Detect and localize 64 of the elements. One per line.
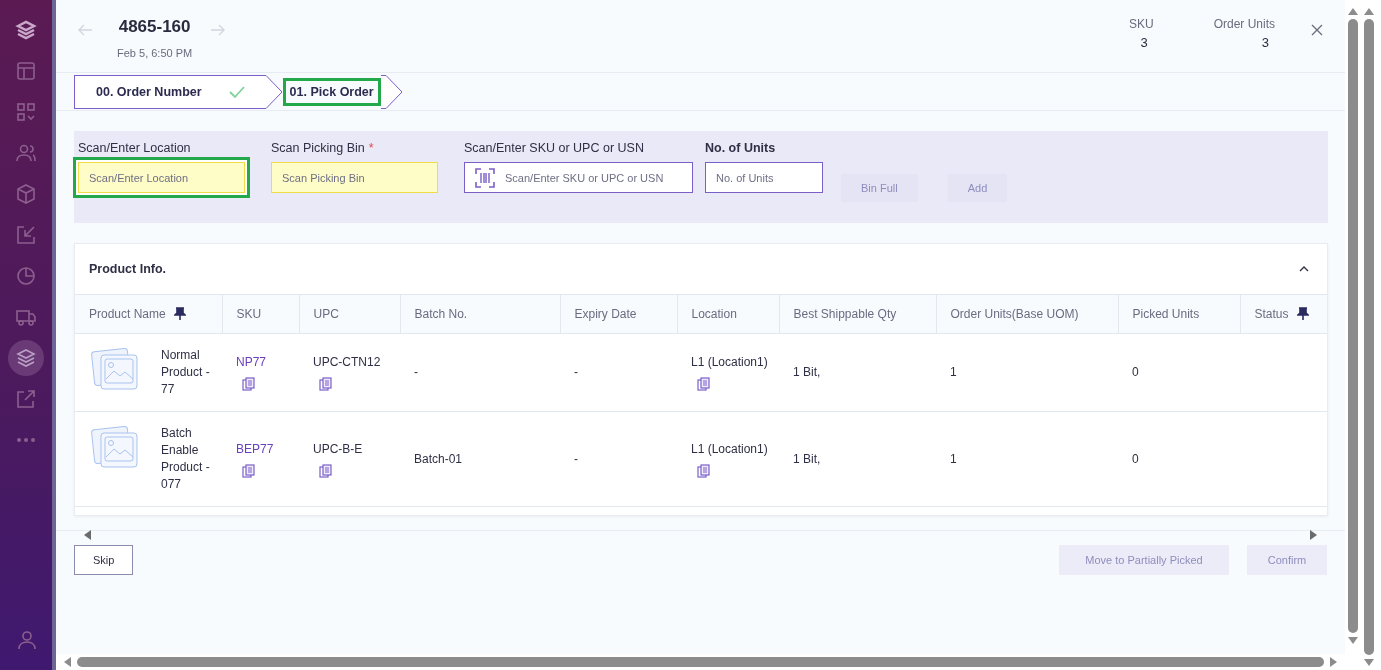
section-title: Product Info. (89, 262, 167, 276)
image-placeholder-icon (91, 347, 139, 391)
field-label: Scan Picking Bin * (271, 141, 375, 155)
column-header[interactable]: SKU (236, 307, 262, 321)
table-cell: 1 (950, 365, 957, 379)
field-label: Scan/Enter SKU or UPC or USN (464, 141, 645, 155)
stat-label: Order Units (1213, 17, 1275, 31)
copy-icon (697, 463, 710, 478)
sku-link[interactable]: BEP77 (236, 440, 274, 458)
table-cell: UPC-CTN12 (313, 354, 381, 371)
forward-arrow-icon (210, 23, 226, 37)
table-cell: 1 (950, 451, 957, 466)
scan-field[interactable]: Scan/Enter SKU or UPC or USN (464, 162, 693, 193)
text-input[interactable]: Scan/Enter SKU or UPC or USN (505, 171, 682, 184)
input-field[interactable]: No. of Units (705, 162, 823, 193)
scrollbar[interactable] (56, 654, 1345, 670)
product-name: Normal Product - 77 (161, 347, 211, 398)
table-cell: L1 (Location1) (691, 354, 768, 371)
table-cell: 1 Bit, (793, 365, 821, 379)
copy-icon (697, 377, 710, 391)
field-label: Scan/Enter Location (78, 141, 192, 155)
table-cell: UPC-B-E (313, 440, 363, 458)
stat-label: SKU (1128, 17, 1154, 31)
copy-icon (319, 463, 332, 478)
caret-icon[interactable] (1299, 265, 1309, 273)
copy-icon (242, 377, 255, 391)
table-cell: L1 (Location1) (691, 440, 768, 458)
table-cell: 1 Bit, (793, 451, 821, 466)
table-cell: 0 (1132, 451, 1139, 466)
more-icon (16, 437, 36, 443)
sku-link[interactable]: NP77 (236, 354, 267, 371)
order-date: Feb 5, 6:50 PM (117, 47, 193, 59)
box-icon (14, 182, 38, 206)
footer-button[interactable]: Skip (74, 545, 134, 575)
sidebar-item[interactable] (8, 340, 44, 376)
field-label: No. of Units (705, 141, 777, 155)
stat-value: 3 (1140, 35, 1148, 50)
copy-icon (319, 377, 332, 391)
column-header[interactable]: Batch No. (414, 307, 468, 321)
barcode-icon (475, 167, 495, 188)
column-header[interactable]: UPC (313, 307, 339, 321)
step-tab[interactable]: 01. Pick Order (282, 77, 381, 106)
table-cell: - (574, 365, 578, 379)
product-name: Batch Enable Product - 077 (161, 425, 211, 493)
external-link-icon (14, 387, 38, 411)
order-number: 4865-160 (118, 17, 191, 37)
layout-icon (14, 59, 38, 83)
grid-icon (14, 100, 38, 124)
copy-icon (242, 463, 255, 478)
column-header[interactable]: Status (1254, 307, 1289, 321)
column-header[interactable]: Product Name (89, 307, 166, 321)
table-cell: - (574, 451, 578, 466)
user-icon (15, 628, 37, 650)
chevron-icon (380, 74, 403, 109)
table-cell: 0 (1132, 365, 1139, 379)
column-header[interactable]: Location (691, 307, 737, 321)
image-placeholder-icon (91, 425, 139, 469)
table-cell: - (414, 365, 418, 379)
column-header[interactable]: Expiry Date (574, 307, 637, 321)
stat-value: 3 (1261, 35, 1269, 50)
pie-chart-icon (14, 264, 38, 288)
table-cell: Batch-01 (414, 451, 463, 466)
back-arrow-icon (78, 23, 93, 37)
layers-icon (14, 346, 38, 370)
